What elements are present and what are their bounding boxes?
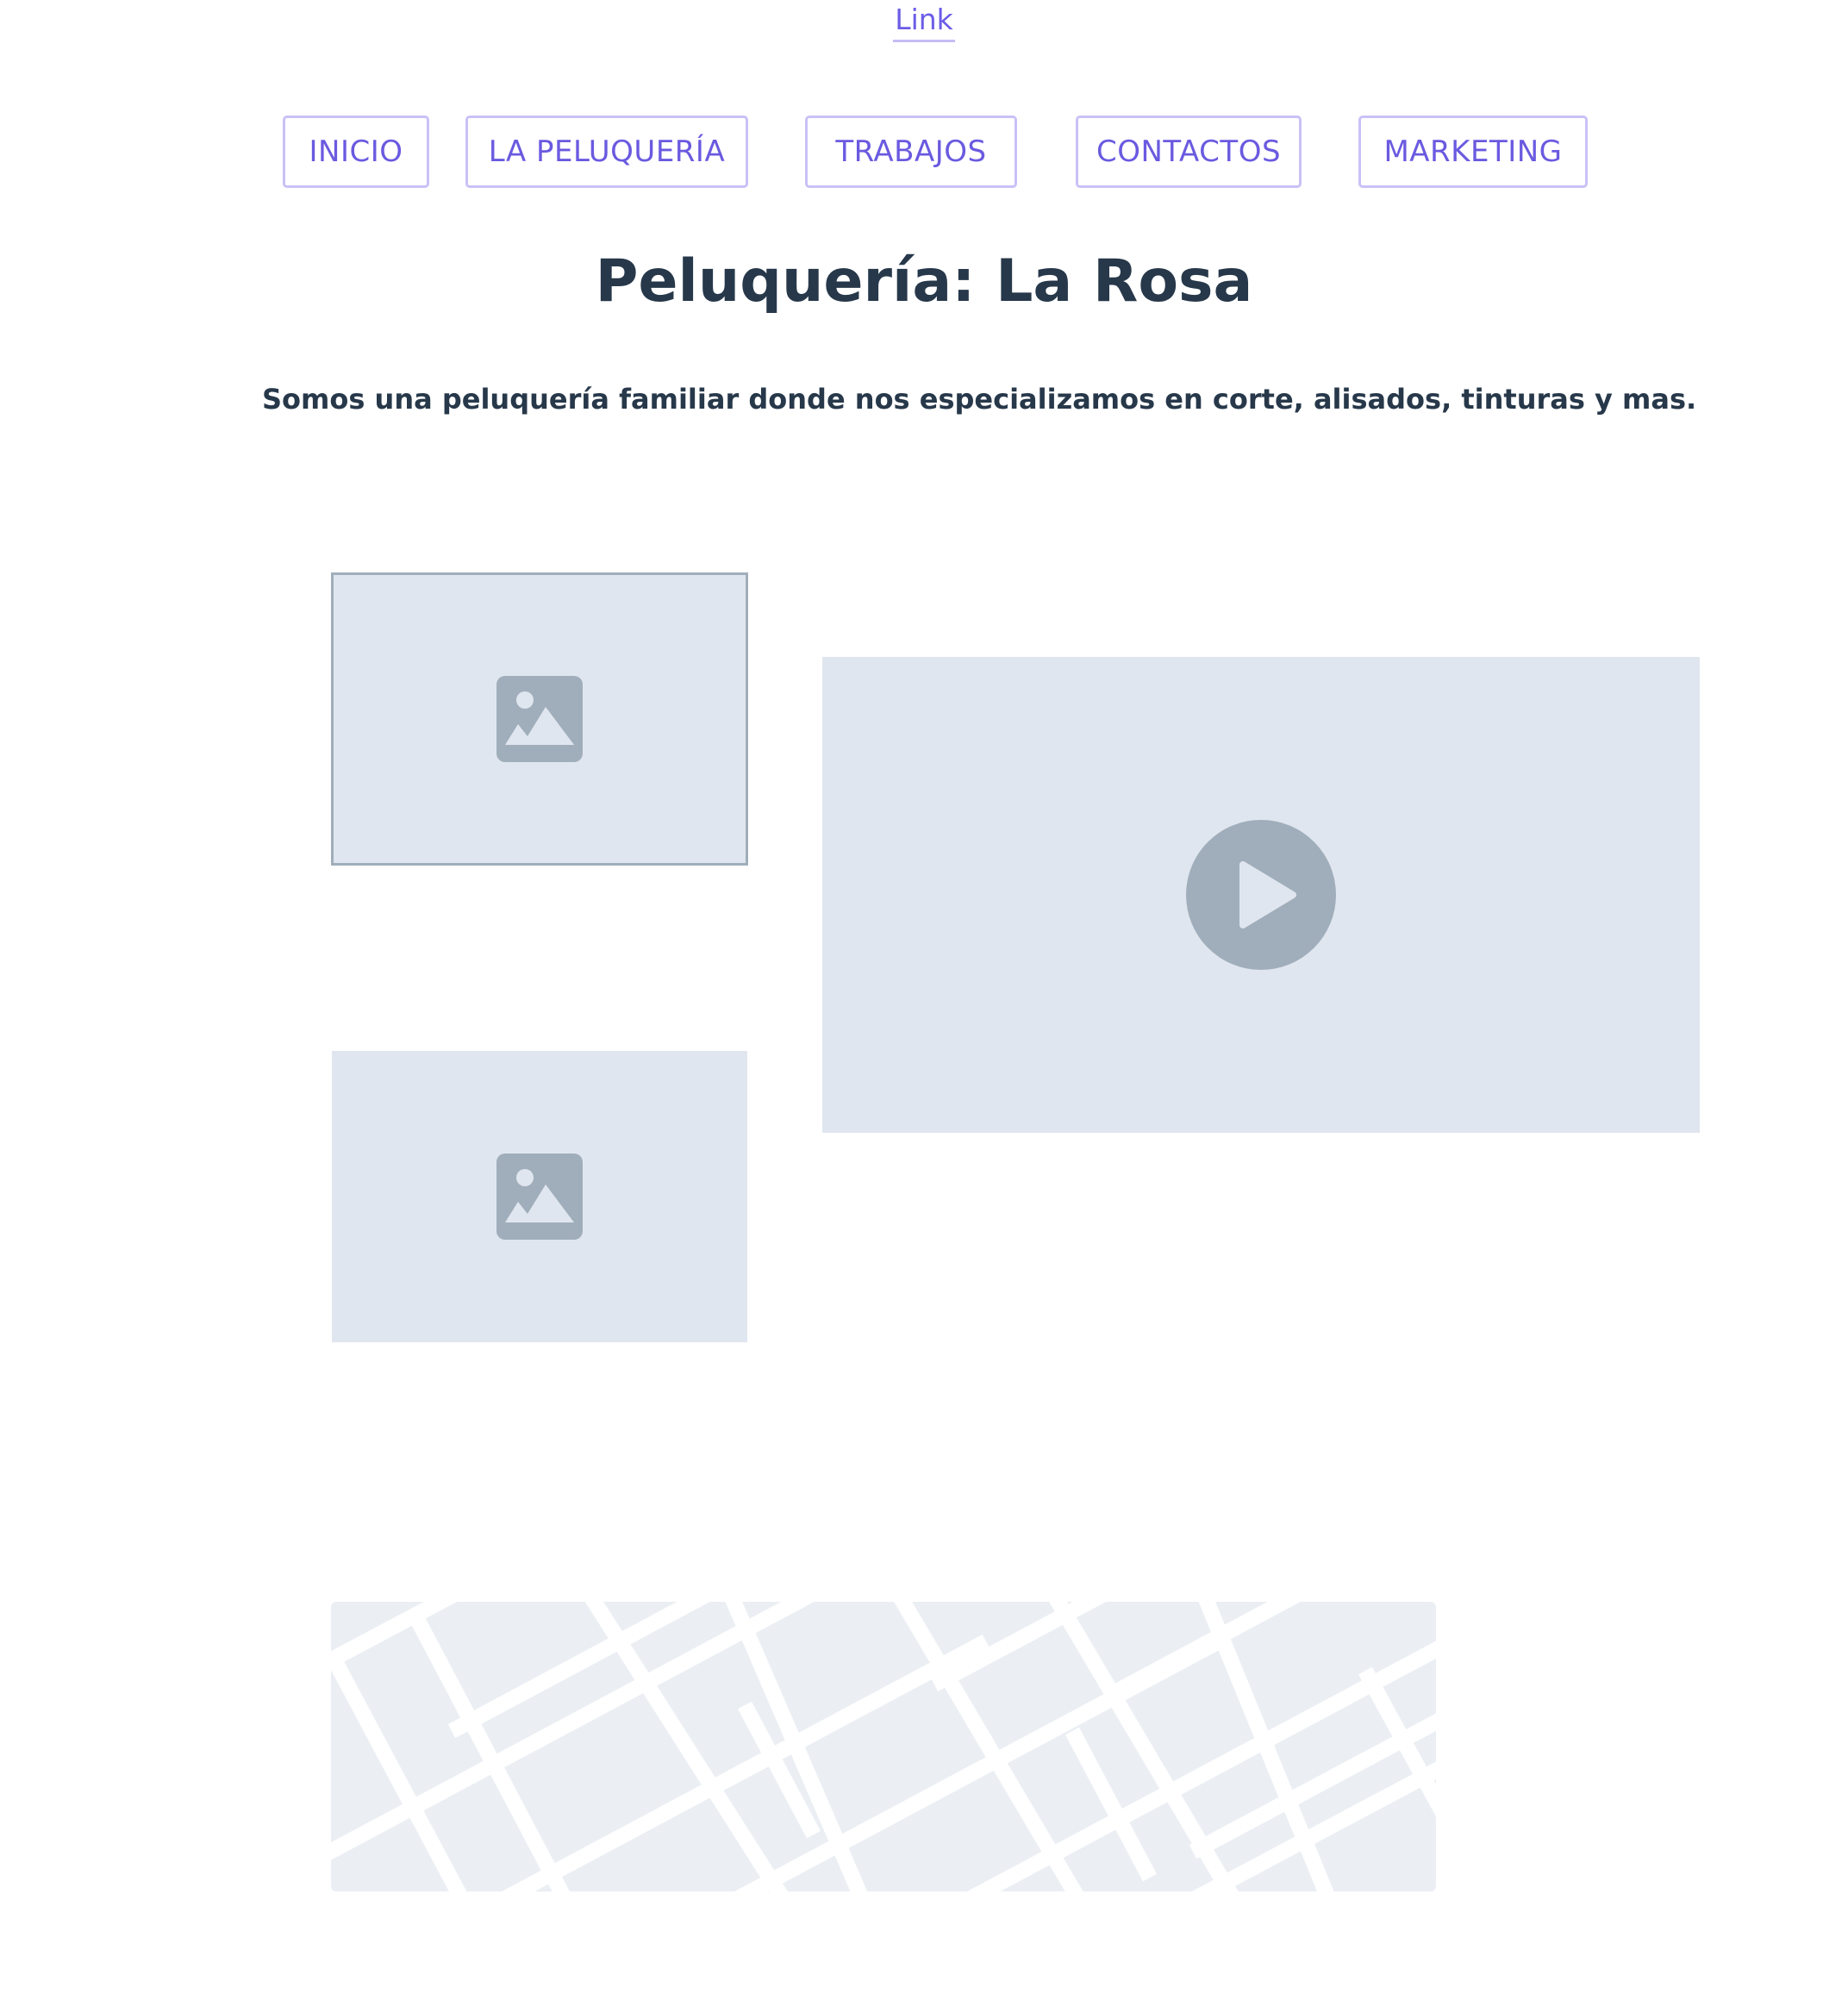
- intro-text: Somos una peluquería familiar donde nos …: [262, 383, 1697, 416]
- image-icon: [496, 1154, 583, 1240]
- nav-contactos-button[interactable]: CONTACTOS: [1076, 116, 1302, 188]
- map-icon: [331, 1602, 1436, 1891]
- image-placeholder-1[interactable]: [331, 572, 748, 866]
- top-link[interactable]: Link: [893, 0, 955, 42]
- image-placeholder-2[interactable]: [332, 1051, 747, 1342]
- map-placeholder[interactable]: [331, 1602, 1436, 1891]
- page-title: Peluquería: La Rosa: [595, 247, 1253, 316]
- image-icon: [496, 676, 583, 762]
- nav-marketing-button[interactable]: MARKETING: [1358, 116, 1588, 188]
- play-icon[interactable]: [1186, 820, 1336, 970]
- video-placeholder[interactable]: [822, 657, 1700, 1133]
- nav-la-peluqueria-button[interactable]: LA PELUQUERÍA: [465, 116, 748, 188]
- nav-inicio-button[interactable]: INICIO: [283, 116, 429, 188]
- nav-trabajos-button[interactable]: TRABAJOS: [805, 116, 1017, 188]
- top-link-container: Link: [0, 0, 1848, 42]
